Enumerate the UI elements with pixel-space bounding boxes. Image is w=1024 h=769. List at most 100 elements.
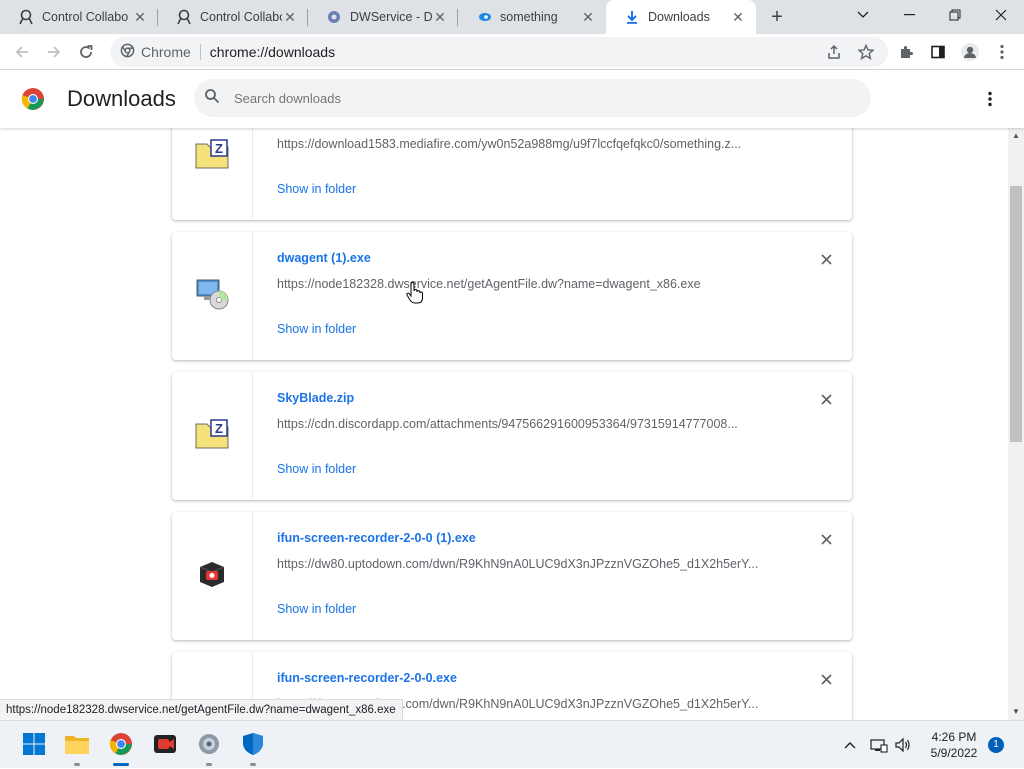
zip-archive-icon: Z <box>195 418 229 454</box>
running-indicator <box>206 763 212 766</box>
zip-archive-icon: Z <box>195 138 229 174</box>
download-url[interactable]: https://cdn.discordapp.com/attachments/9… <box>277 417 777 431</box>
downloads-header: Downloads <box>0 70 1024 128</box>
download-file-name[interactable]: dwagent (1).exe <box>277 251 371 265</box>
svg-text:Z: Z <box>215 421 223 436</box>
mediafire-icon <box>476 9 492 25</box>
file-icon-column: Z <box>172 128 253 220</box>
side-panel-icon[interactable] <box>924 38 952 66</box>
download-item: Z SkyBlade.zip https://cdn.discordapp.co… <box>172 372 852 500</box>
notification-badge[interactable]: 1 <box>988 737 1004 753</box>
tab-close-icon[interactable]: ✕ <box>432 9 448 25</box>
page-title: Downloads <box>67 86 176 111</box>
hand-cursor-icon <box>406 281 424 304</box>
scroll-up-arrow-icon[interactable]: ▲ <box>1012 132 1020 140</box>
tab-title: DWService - Do <box>350 10 432 24</box>
show-in-folder-link[interactable]: Show in folder <box>277 182 356 196</box>
site-label: Chrome <box>141 44 191 60</box>
address-bar[interactable]: Chrome chrome://downloads <box>110 37 888 67</box>
tab-search-chevron-icon[interactable] <box>840 0 886 30</box>
scrollbar-thumb[interactable] <box>1010 186 1022 442</box>
tab-control-collaboration-2[interactable]: Control Collabo ✕ <box>158 0 308 34</box>
show-in-folder-link[interactable]: Show in folder <box>277 602 356 616</box>
forward-button[interactable] <box>40 38 68 66</box>
url-text: chrome://downloads <box>209 44 336 60</box>
bookmark-star-icon[interactable] <box>852 38 880 66</box>
minimize-button[interactable] <box>886 0 932 30</box>
clock-time: 4:26 PM <box>931 730 977 744</box>
file-icon-column <box>172 232 253 360</box>
file-icon-column: Z <box>172 372 253 500</box>
back-button[interactable] <box>8 38 36 66</box>
control-collaboration-icon <box>18 9 34 25</box>
show-hidden-icons-chevron-icon[interactable] <box>844 721 856 769</box>
remove-download-icon[interactable] <box>816 529 836 549</box>
download-url[interactable]: https://node182328.dwservice.net/getAgen… <box>277 277 777 291</box>
search-bar[interactable] <box>194 79 871 117</box>
tab-close-icon[interactable]: ✕ <box>730 9 746 25</box>
download-file-name[interactable]: ifun-screen-recorder-2-0-0 (1).exe <box>277 531 476 545</box>
svg-text:Z: Z <box>215 141 223 156</box>
remove-download-icon[interactable] <box>816 389 836 409</box>
tab-title: Control Collabo <box>200 10 282 24</box>
page-scrollbar[interactable]: ▲ ▼ <box>1008 128 1024 720</box>
link-status-bubble: https://node182328.dwservice.net/getAgen… <box>0 699 403 720</box>
download-file-name[interactable]: ifun-screen-recorder-2-0-0.exe <box>277 671 457 685</box>
dwservice-taskbar-icon[interactable] <box>195 730 223 758</box>
download-file-name[interactable]: SkyBlade.zip <box>277 391 354 405</box>
chrome-taskbar-icon[interactable] <box>107 730 135 758</box>
windows-security-icon[interactable] <box>239 730 267 758</box>
tab-close-icon[interactable]: ✕ <box>132 9 148 25</box>
remove-download-icon[interactable] <box>816 249 836 269</box>
scroll-down-arrow-icon[interactable]: ▼ <box>1012 708 1020 716</box>
tab-strip: Control Collabo ✕ Control Collabo ✕ DWSe… <box>0 0 1024 34</box>
share-icon[interactable] <box>820 38 848 66</box>
screen-recorder-icon <box>197 559 227 594</box>
chrome-menu-icon[interactable] <box>988 38 1016 66</box>
tab-something[interactable]: something ✕ <box>458 0 606 34</box>
download-item: Z https://download1583.mediafire.com/yw0… <box>172 128 852 220</box>
show-in-folder-link[interactable]: Show in folder <box>277 462 356 476</box>
tab-control-collaboration-1[interactable]: Control Collabo ✕ <box>0 0 158 34</box>
tab-title: something <box>500 10 558 24</box>
download-icon <box>624 9 640 25</box>
active-indicator <box>113 763 129 766</box>
windows-start-icon[interactable] <box>20 730 48 758</box>
control-collaboration-icon <box>176 9 192 25</box>
network-icon[interactable] <box>870 721 888 769</box>
new-tab-button[interactable]: + <box>764 5 790 29</box>
search-input[interactable] <box>234 90 834 106</box>
reload-button[interactable] <box>72 38 100 66</box>
running-indicator <box>250 763 256 766</box>
dwservice-gear-icon <box>326 9 342 25</box>
profile-avatar-icon[interactable] <box>956 38 984 66</box>
download-item: ifun-screen-recorder-2-0-0 (1).exe https… <box>172 512 852 640</box>
show-in-folder-link[interactable]: Show in folder <box>277 322 356 336</box>
restore-button[interactable] <box>932 0 978 30</box>
downloads-list: Z https://download1583.mediafire.com/yw0… <box>0 128 1008 720</box>
tab-downloads[interactable]: Downloads ✕ <box>606 0 756 34</box>
taskbar-clock[interactable]: 4:26 PM 5/9/2022 <box>922 729 986 761</box>
more-actions-icon[interactable] <box>978 87 1002 111</box>
clock-date: 5/9/2022 <box>930 746 978 760</box>
download-url[interactable]: https://dw80.uptodown.com/dwn/R9KhN9nA0L… <box>277 557 777 571</box>
volume-icon[interactable] <box>894 721 912 769</box>
installer-cd-icon <box>195 278 229 315</box>
browser-toolbar: Chrome chrome://downloads <box>0 34 1024 70</box>
tab-title: Downloads <box>648 10 710 24</box>
download-item: dwagent (1).exe https://node182328.dwser… <box>172 232 852 360</box>
tab-dwservice[interactable]: DWService - Do ✕ <box>308 0 458 34</box>
tab-close-icon[interactable]: ✕ <box>282 9 298 25</box>
search-icon <box>204 88 220 109</box>
chrome-logo-icon <box>21 87 45 111</box>
download-url[interactable]: https://download1583.mediafire.com/yw0n5… <box>277 137 777 151</box>
extensions-puzzle-icon[interactable] <box>892 38 920 66</box>
close-window-button[interactable] <box>978 0 1024 30</box>
remove-download-icon[interactable] <box>816 669 836 689</box>
file-explorer-icon[interactable] <box>63 730 91 758</box>
tab-title: Control Collabo <box>42 10 129 24</box>
file-icon-column <box>172 512 253 640</box>
screen-recorder-taskbar-icon[interactable] <box>151 730 179 758</box>
tab-close-icon[interactable]: ✕ <box>580 9 596 25</box>
windows-taskbar: 4:26 PM 5/9/2022 1 <box>0 720 1024 768</box>
